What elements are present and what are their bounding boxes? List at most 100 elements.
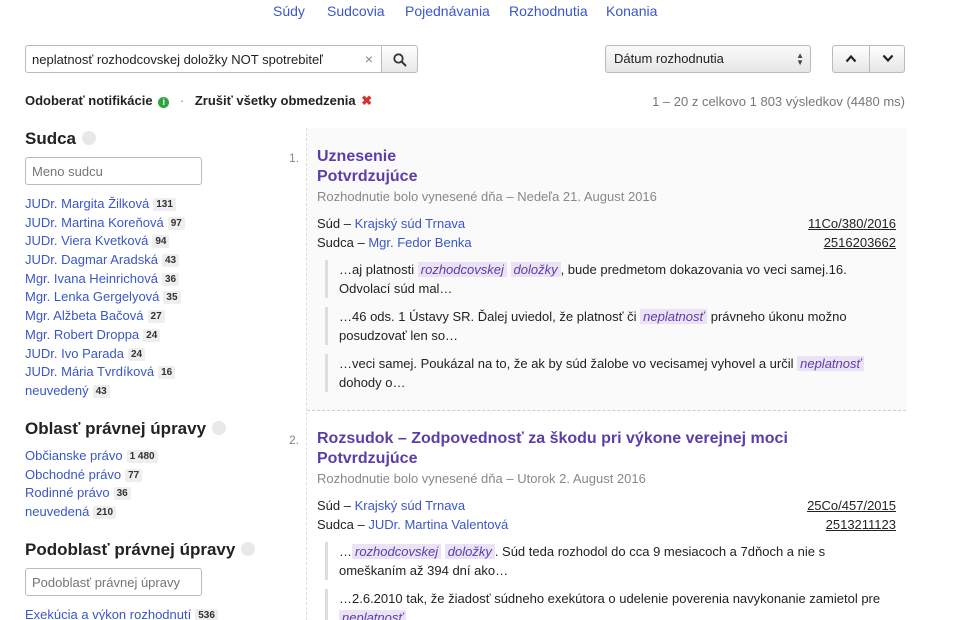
legal-area-facet-link[interactable]: Občianske právo [25, 448, 123, 463]
nav-link-proceedings[interactable]: Konania [606, 3, 657, 19]
court-link[interactable]: Krajský súd Trnava [355, 216, 466, 231]
facet-title-legal-area: Oblasť právnej úpravy [25, 419, 227, 439]
highlighted-term: doložky [444, 544, 495, 559]
judge-facet-list: JUDr. Margita Žilková 131 JUDr. Martina K… [25, 195, 185, 401]
result-number: 1. [289, 151, 300, 165]
legal-area-facet-link[interactable]: Rodinné právo [25, 485, 110, 500]
nav-link-judges[interactable]: Sudcovia [327, 3, 385, 19]
list-item: Občianske právo 1 480 [25, 447, 158, 466]
list-item: Mgr. Alžbeta Bačová 27 [25, 307, 185, 326]
list-item: Mgr. Ivana Heinrichová 36 [25, 270, 185, 289]
count-badge: 43 [161, 254, 180, 268]
judge-facet-link[interactable]: neuvedený [25, 383, 89, 398]
court-label: Súd – [317, 216, 351, 231]
count-badge: 77 [125, 468, 143, 482]
judge-filter-input[interactable] [25, 157, 202, 185]
highlighted-term: rozhodcovskej [417, 262, 507, 277]
count-badge: 131 [153, 198, 176, 211]
legal-area-facet-link[interactable]: Obchodné právo [25, 467, 121, 482]
judge-facet-link[interactable]: JUDr. Ivo Parada [25, 346, 124, 361]
identifier-number[interactable]: 2516203662 [824, 235, 896, 250]
remove-icon: ✖ [361, 93, 373, 108]
list-item: Obchodné právo 77 [25, 466, 158, 485]
result-snippet: …2.6.2010 tak, že žiadosť súdneho exekút… [325, 589, 890, 620]
sort-order-buttons [832, 45, 905, 73]
legal-subarea-facet-link[interactable]: Exekúcia a výkon rozhodnutí [25, 607, 191, 620]
judge-facet-link[interactable]: JUDr. Dagmar Aradská [25, 252, 158, 267]
list-item: Exekúcia a výkon rozhodnutí 536 [25, 606, 218, 620]
judge-facet-link[interactable]: Mgr. Ivana Heinrichová [25, 271, 158, 286]
clear-icon[interactable]: × [362, 51, 376, 67]
judge-facet-link[interactable]: JUDr. Mária Tvrdíková [25, 364, 154, 379]
search-button[interactable] [381, 45, 418, 73]
result-date: Rozhodnutie bolo vynesené dňa – Utorok 2… [317, 471, 646, 486]
list-item: Mgr. Lenka Gergelyová 35 [25, 288, 185, 307]
judge-facet-link[interactable]: Mgr. Alžbeta Bačová [25, 308, 144, 323]
legal-area-facet-list: Občianske právo 1 480 Obchodné právo 77 Ro… [25, 447, 158, 522]
highlighted-term: neplatnosť [640, 309, 708, 324]
file-number[interactable]: 11Co/380/2016 [808, 216, 896, 231]
result-snippet: …46 ods. 1 Ústavy SR. Ďalej uviedol, že … [325, 307, 890, 345]
identifier-number[interactable]: 2513211123 [826, 517, 896, 532]
chevron-down-icon [882, 54, 894, 63]
result-number: 2. [289, 433, 300, 447]
result-date: Rozhodnutie bolo vynesené dňa – Nedeľa 2… [317, 189, 657, 204]
legal-subarea-filter-input[interactable] [25, 568, 202, 596]
highlighted-term: neplatnosť [797, 356, 865, 371]
top-navigation: Súdy Sudcovia Pojednávania Rozhodnutia K… [0, 3, 969, 21]
court-link[interactable]: Krajský súd Trnava [355, 498, 466, 513]
result-court: Súd – Krajský súd Trnava [317, 216, 465, 231]
snippet-text [507, 262, 511, 277]
judge-facet-link[interactable]: Mgr. Lenka Gergelyová [25, 289, 159, 304]
nav-link-decisions[interactable]: Rozhodnutia [509, 3, 588, 19]
list-item: JUDr. Mária Tvrdíková 16 [25, 363, 185, 382]
sort-descending-button[interactable] [870, 46, 906, 72]
snippet-text: …2.6.2010 tak, že žiadosť súdneho exekút… [339, 591, 881, 606]
judge-link[interactable]: Mgr. Fedor Benka [368, 235, 471, 250]
judge-link[interactable]: JUDr. Martina Valentová [368, 517, 508, 532]
list-item: JUDr. Viera Kvetková 94 [25, 232, 185, 251]
result-subtitle[interactable]: Potvrdzujúce [317, 449, 417, 469]
snippet-text: …aj platnosti [339, 262, 418, 277]
judge-label: Sudca – [317, 235, 365, 250]
count-badge: 36 [113, 487, 131, 501]
judge-facet-link[interactable]: JUDr. Viera Kvetková [25, 233, 148, 248]
results-list: 1. Uznesenie Potvrdzujúce Rozhodnutie bo… [289, 128, 906, 620]
clear-filters-label: Zrušiť všetky obmedzenia [194, 93, 356, 108]
search-input[interactable] [26, 46, 381, 72]
help-circle-icon[interactable] [212, 421, 227, 435]
judge-facet-link[interactable]: Mgr. Robert Droppa [25, 327, 139, 342]
legal-area-facet-link[interactable]: neuvedená [25, 504, 89, 519]
file-number[interactable]: 25Co/457/2015 [807, 498, 896, 513]
help-circle-icon[interactable] [82, 131, 97, 145]
judge-facet-link[interactable]: JUDr. Margita Žilková [25, 196, 149, 211]
facet-title-judge-text: Sudca [25, 129, 77, 148]
list-item: Rodinné právo 36 [25, 484, 158, 503]
judge-facet-link[interactable]: JUDr. Martina Koreňová [25, 215, 164, 230]
count-badge: 24 [143, 328, 161, 342]
help-circle-icon[interactable] [241, 542, 256, 556]
count-badge: 24 [128, 347, 146, 361]
nav-link-courts[interactable]: Súdy [273, 3, 305, 19]
separator: · [179, 93, 185, 108]
result-title[interactable]: Rozsudok – Zodpovednosť za škodu pri výk… [317, 429, 788, 449]
count-badge: 43 [92, 384, 110, 398]
result-item: 1. Uznesenie Potvrdzujúce Rozhodnutie bo… [289, 128, 906, 410]
list-item: neuvedená 210 [25, 503, 158, 522]
subscribe-notifications-link[interactable]: Odoberať notifikácie i [25, 93, 170, 108]
nav-link-hearings[interactable]: Pojednávania [405, 3, 490, 19]
legal-subarea-facet-list: Exekúcia a výkon rozhodnutí 536 [25, 606, 218, 620]
count-badge: 16 [158, 366, 176, 380]
clear-filters-link[interactable]: Zrušiť všetky obmedzenia ✖ [195, 93, 372, 108]
count-badge: 1 480 [126, 450, 158, 463]
list-item: JUDr. Martina Koreňová 97 [25, 214, 185, 233]
result-title[interactable]: Uznesenie [317, 147, 396, 167]
sort-select-value: Dátum rozhodnutia [614, 51, 724, 66]
result-subtitle[interactable]: Potvrdzujúce [317, 167, 417, 187]
sort-select[interactable]: Dátum rozhodnutia ▲ ▼ [605, 45, 811, 73]
result-snippet: … rozhodcovskej doložky. Súd teda rozhodo… [325, 542, 890, 580]
highlighted-term: rozhodcovskej [352, 544, 442, 559]
sort-ascending-button[interactable] [833, 46, 869, 72]
highlighted-term: neplatnosť [339, 610, 406, 620]
list-item: Mgr. Robert Droppa 24 [25, 326, 185, 345]
